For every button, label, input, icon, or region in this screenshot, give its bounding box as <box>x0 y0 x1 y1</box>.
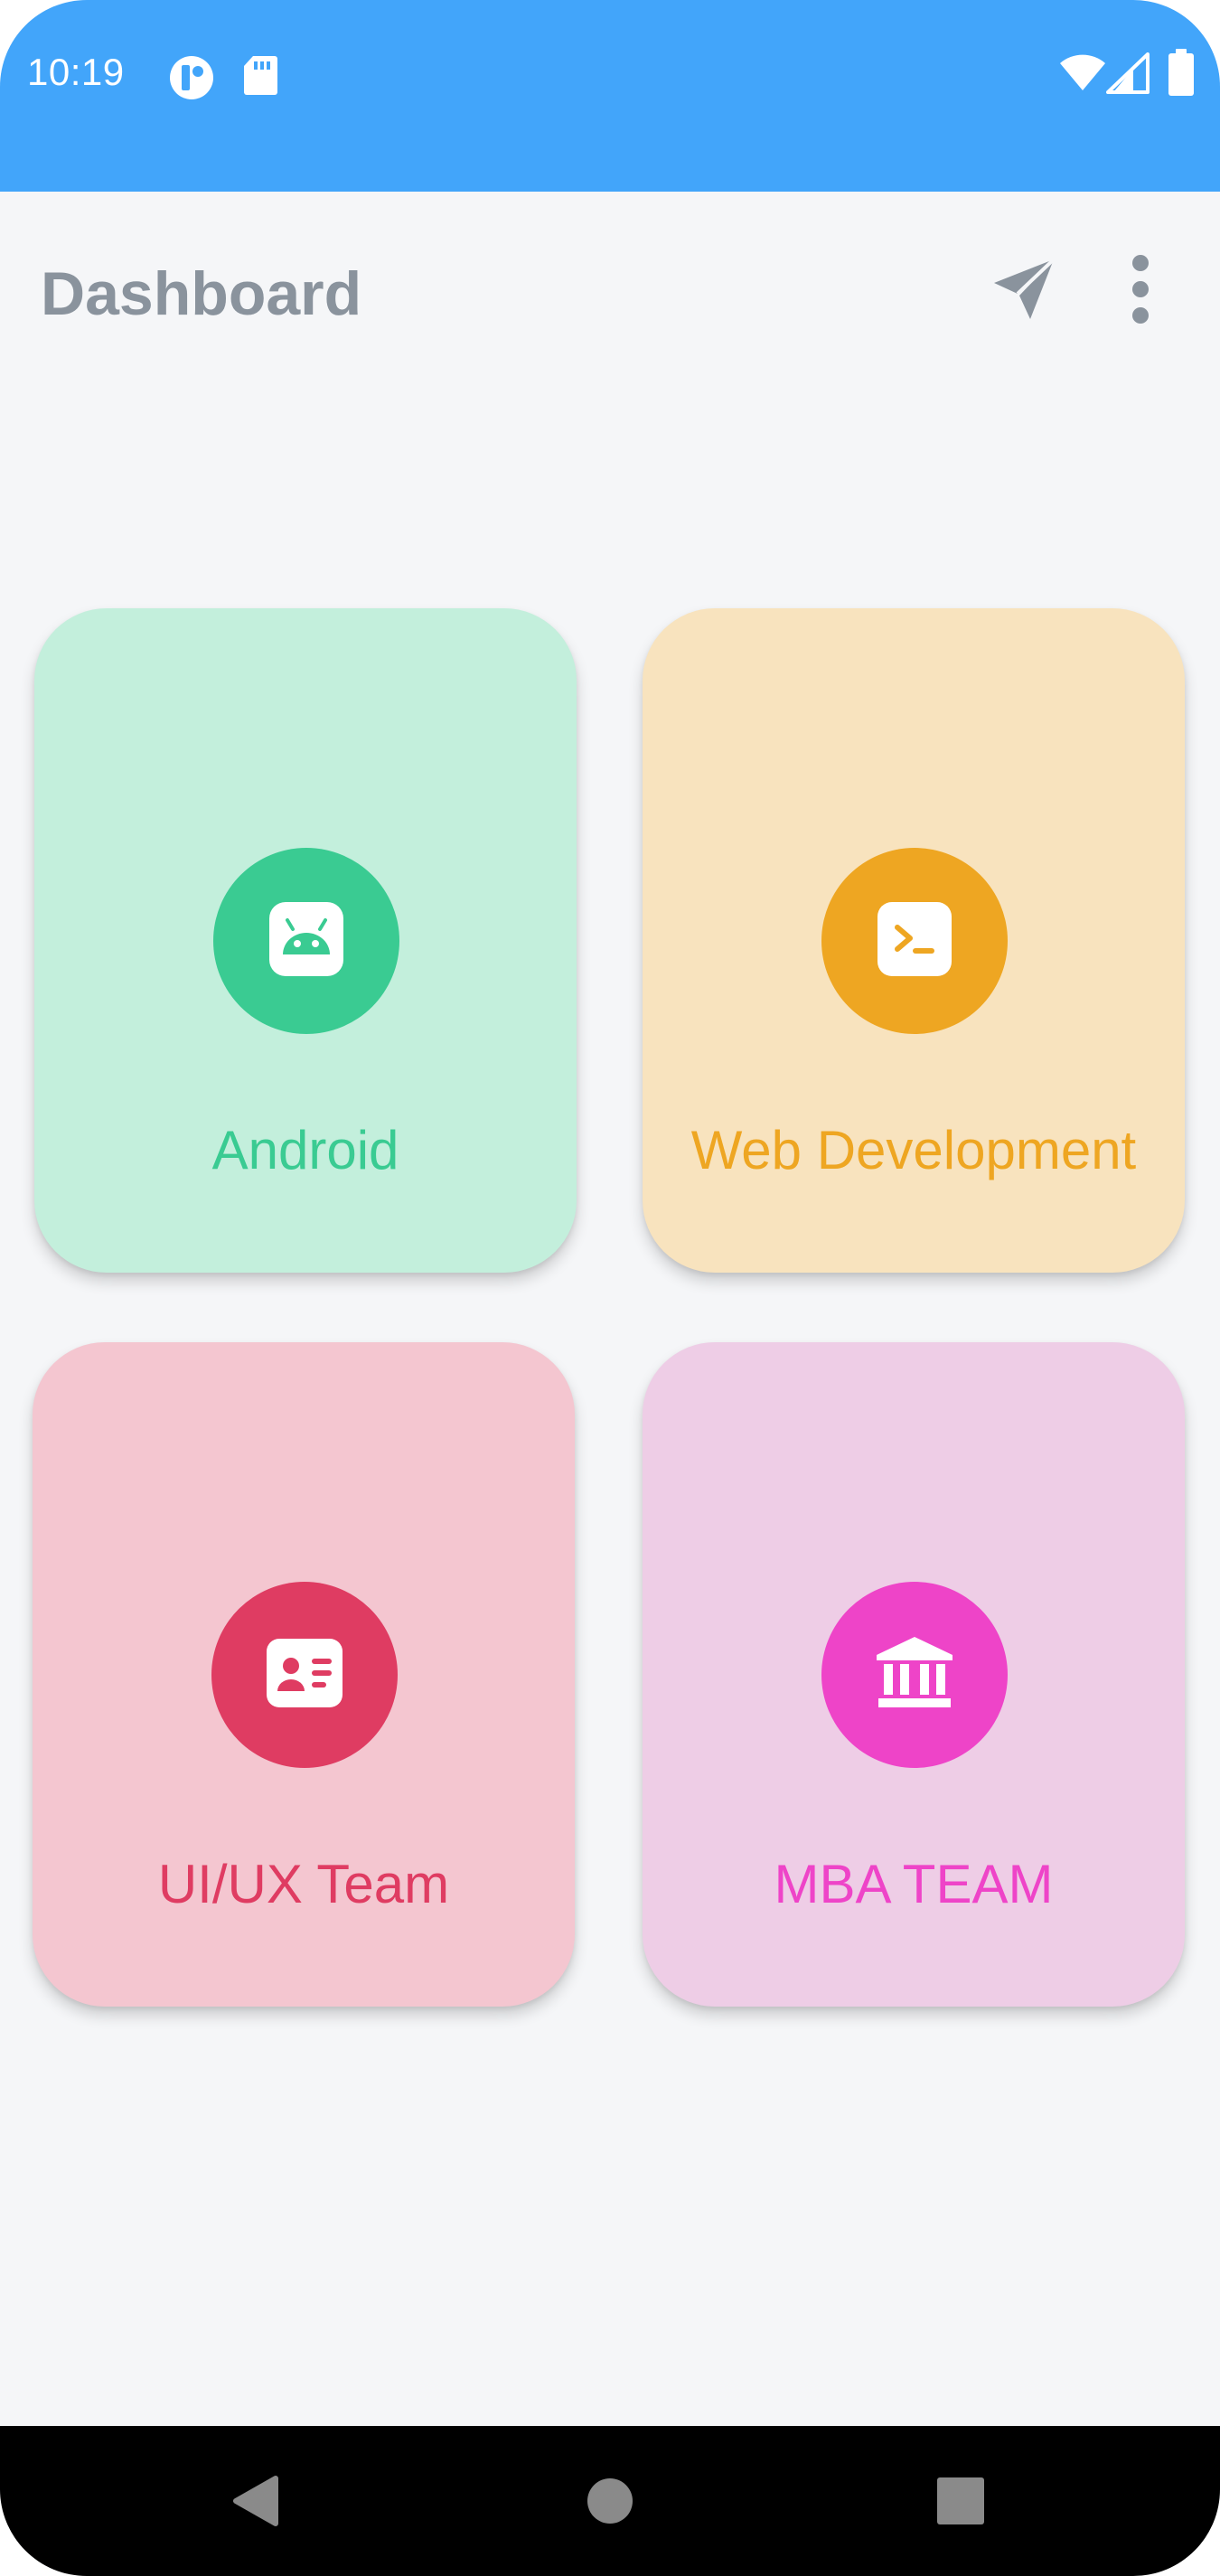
navigation-bar <box>0 2426 1220 2576</box>
send-icon <box>990 256 1057 327</box>
card-label: MBA TEAM <box>774 1854 1054 1914</box>
phone-screen: 10:19 Dashboard Android Web Development … <box>0 0 1220 2576</box>
back-button[interactable] <box>206 2453 305 2552</box>
status-time: 10:19 <box>27 51 125 93</box>
android-icon <box>269 901 343 981</box>
card-icon-circle <box>211 1582 398 1768</box>
recents-icon <box>936 2477 985 2530</box>
card-web-development[interactable]: Web Development <box>643 608 1185 1273</box>
app-bar: Dashboard <box>0 192 1220 400</box>
card-icon-circle <box>821 848 1008 1034</box>
more-options-button[interactable] <box>1095 246 1186 336</box>
card-label: Android <box>211 1120 399 1180</box>
app-notification-icon <box>168 54 215 106</box>
terminal-icon <box>877 901 952 981</box>
battery-icon <box>1168 49 1195 100</box>
id-card-icon <box>267 1638 343 1712</box>
recents-button[interactable] <box>911 2453 1010 2552</box>
card-icon-circle <box>213 848 399 1034</box>
more-vert-icon <box>1127 253 1154 330</box>
card-label: UI/UX Team <box>157 1854 450 1914</box>
card-android[interactable]: Android <box>34 608 577 1273</box>
bank-icon <box>873 1635 956 1716</box>
card-ui-ux-team[interactable]: UI/UX Team <box>33 1342 575 2007</box>
home-icon <box>587 2477 633 2529</box>
sd-card-icon <box>242 54 278 100</box>
page-title: Dashboard <box>41 259 362 328</box>
card-label: Web Development <box>690 1120 1137 1180</box>
send-button[interactable] <box>979 246 1069 336</box>
wifi-icon <box>1059 52 1106 97</box>
card-icon-circle <box>821 1582 1008 1768</box>
home-button[interactable] <box>560 2453 660 2552</box>
card-mba-team[interactable]: MBA TEAM <box>643 1342 1185 2007</box>
status-bar: 10:19 <box>0 0 1220 192</box>
cell-signal-icon <box>1106 52 1150 99</box>
back-icon <box>230 2475 281 2532</box>
